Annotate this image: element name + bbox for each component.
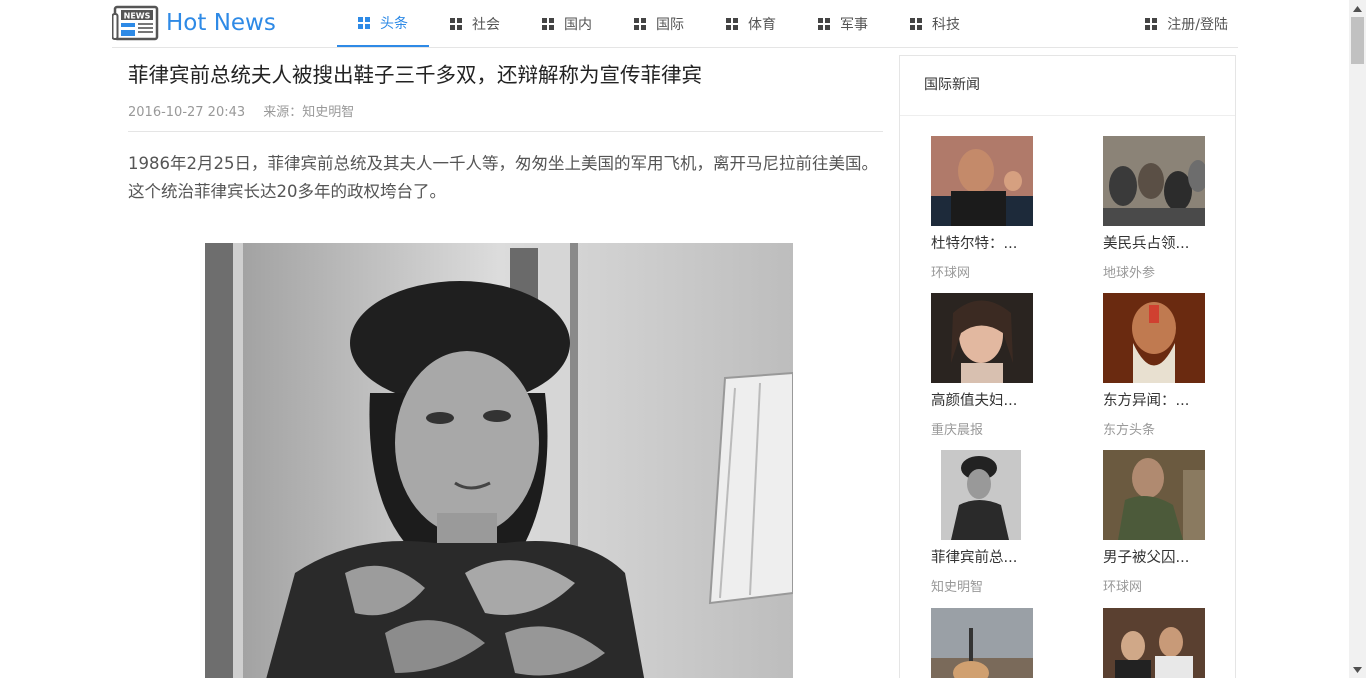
- divider: [128, 131, 883, 132]
- page-scrollbar[interactable]: [1349, 0, 1366, 678]
- news-item[interactable]: [931, 608, 1051, 678]
- news-thumbnail: [1103, 136, 1205, 226]
- news-item[interactable]: 高颜值夫妇... 重庆晨报: [931, 293, 1051, 438]
- login-label: 注册/登陆: [1167, 16, 1228, 33]
- nav-item-toutiao[interactable]: 头条: [337, 0, 429, 47]
- news-source: 东方头条: [1103, 423, 1156, 438]
- scroll-thumb[interactable]: [1351, 17, 1364, 64]
- nav-item-keji[interactable]: 科技: [889, 0, 981, 47]
- grid-icon: [542, 17, 554, 30]
- article-source: 来源：知史明智: [263, 105, 355, 120]
- news-title: 男子被父囚...: [1103, 550, 1190, 566]
- news-item[interactable]: 菲律宾前总... 知史明智: [931, 450, 1051, 595]
- nav-label: 军事: [840, 16, 868, 33]
- grid-icon: [634, 17, 646, 30]
- scroll-down-arrow-icon[interactable]: [1349, 661, 1366, 678]
- news-title: 东方异闻：...: [1103, 393, 1190, 409]
- site-logo[interactable]: NEWS Hot News: [112, 5, 276, 41]
- nav-label: 社会: [472, 16, 500, 33]
- news-title: 高颜值夫妇...: [931, 393, 1018, 409]
- article-meta: 2016-10-27 20:43 来源：知史明智: [128, 101, 883, 120]
- article-photo: [205, 243, 793, 678]
- grid-icon: [358, 16, 370, 29]
- logo-badge-text: NEWS: [124, 12, 151, 21]
- grid-icon: [726, 17, 738, 30]
- nav-item-junshi[interactable]: 军事: [797, 0, 889, 47]
- article-date: 2016-10-27 20:43: [128, 105, 246, 120]
- newspaper-icon: NEWS: [112, 5, 159, 41]
- nav-label: 国际: [656, 16, 684, 33]
- news-thumbnail: [931, 450, 1033, 540]
- news-item[interactable]: 东方异闻：... 东方头条: [1103, 293, 1223, 438]
- news-item[interactable]: 美民兵占领... 地球外参: [1103, 136, 1223, 281]
- login-register-link[interactable]: 注册/登陆: [1145, 0, 1228, 47]
- article-body: 1986年2月25日，菲律宾前总统及其夫人一千人等，匆匆坐上美国的军用飞机，离开…: [128, 154, 878, 201]
- news-source: 重庆晨报: [931, 423, 984, 438]
- grid-icon: [450, 17, 462, 30]
- nav-label: 国内: [564, 16, 592, 33]
- news-title: 美民兵占领...: [1103, 236, 1190, 252]
- news-thumbnail: [931, 136, 1033, 226]
- article: 菲律宾前总统夫人被搜出鞋子三千多双，还辩解称为宣传菲律宾 2016-10-27 …: [128, 48, 883, 678]
- news-thumbnail: [1103, 293, 1205, 383]
- news-source: 地球外参: [1103, 266, 1156, 281]
- news-item[interactable]: [1103, 608, 1223, 678]
- nav-label: 头条: [380, 15, 408, 32]
- nav-label: 科技: [932, 16, 960, 33]
- scroll-up-arrow-icon[interactable]: [1349, 0, 1366, 17]
- logo-text: Hot News: [166, 10, 276, 36]
- sidebar-international-news: 国际新闻 杜特尔特：... 环球网 美民兵占领... 地球外参 高颜值夫妇...…: [899, 55, 1236, 678]
- grid-icon: [910, 17, 922, 30]
- nav-item-guoji[interactable]: 国际: [613, 0, 705, 47]
- news-title: 杜特尔特：...: [931, 236, 1018, 252]
- site-header: NEWS Hot News 头条 社会 国内 国际 体育 军事 科技 注册/登陆: [112, 0, 1238, 48]
- main-nav: 头条 社会 国内 国际 体育 军事 科技: [337, 0, 981, 47]
- news-source: 环球网: [1103, 580, 1143, 595]
- article-title: 菲律宾前总统夫人被搜出鞋子三千多双，还辩解称为宣传菲律宾: [128, 63, 702, 87]
- grid-icon: [818, 17, 830, 30]
- news-item[interactable]: 杜特尔特：... 环球网: [931, 136, 1051, 281]
- news-thumbnail: [1103, 450, 1205, 540]
- nav-item-tiyu[interactable]: 体育: [705, 0, 797, 47]
- grid-icon: [1145, 17, 1158, 30]
- news-source: 环球网: [931, 266, 971, 281]
- news-thumbnail: [1103, 608, 1205, 678]
- news-item[interactable]: 男子被父囚... 环球网: [1103, 450, 1223, 595]
- news-thumbnail: [931, 608, 1033, 678]
- nav-label: 体育: [748, 16, 776, 33]
- sidebar-title: 国际新闻: [900, 56, 1235, 116]
- nav-item-shehui[interactable]: 社会: [429, 0, 521, 47]
- nav-item-guonei[interactable]: 国内: [521, 0, 613, 47]
- news-thumbnail: [931, 293, 1033, 383]
- news-title: 菲律宾前总...: [931, 550, 1018, 566]
- news-source: 知史明智: [931, 580, 984, 595]
